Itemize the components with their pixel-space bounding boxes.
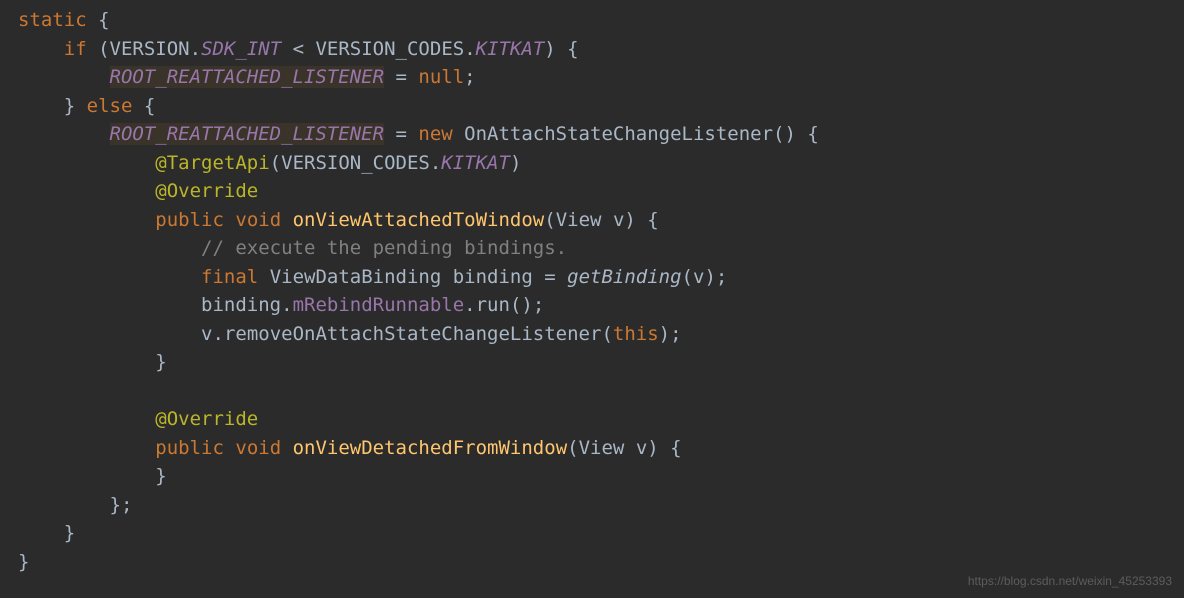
sdk-int-field: SDK_INT xyxy=(201,38,281,60)
line-1: static { xyxy=(18,9,110,31)
method-on-view-attached: onViewAttachedToWindow xyxy=(293,209,545,231)
listener-class: OnAttachStateChangeListener xyxy=(464,123,773,145)
code-editor[interactable]: static { if (VERSION.SDK_INT < VERSION_C… xyxy=(0,0,1184,576)
keyword-void-2: void xyxy=(235,437,281,459)
keyword-void-1: void xyxy=(235,209,281,231)
line-5: ROOT_REATTACHED_LISTENER = new OnAttachS… xyxy=(18,123,819,145)
keyword-final: final xyxy=(201,266,258,288)
root-listener-field-2: ROOT_REATTACHED_LISTENER xyxy=(110,123,385,145)
line-15: @Override xyxy=(18,408,258,430)
line-18: }; xyxy=(18,494,132,516)
line-7: @Override xyxy=(18,180,258,202)
line-4: } else { xyxy=(18,95,155,117)
keyword-if: if xyxy=(64,38,87,60)
override-annotation-2: @Override xyxy=(155,408,258,430)
line-11: binding.mRebindRunnable.run(); xyxy=(18,294,544,316)
target-api-annotation: @TargetApi xyxy=(155,152,269,174)
keyword-static: static xyxy=(18,9,87,31)
line-2: if (VERSION.SDK_INT < VERSION_CODES.KITK… xyxy=(18,38,579,60)
keyword-this: this xyxy=(613,323,659,345)
version-ref: VERSION xyxy=(110,38,190,60)
keyword-new: new xyxy=(418,123,452,145)
line-17: } xyxy=(18,465,167,487)
line-9: // execute the pending bindings. xyxy=(18,237,567,259)
line-13: } xyxy=(18,351,167,373)
root-listener-field: ROOT_REATTACHED_LISTENER xyxy=(110,66,385,88)
line-6: @TargetApi(VERSION_CODES.KITKAT) xyxy=(18,152,521,174)
override-annotation-1: @Override xyxy=(155,180,258,202)
kitkat-field-2: KITKAT xyxy=(441,152,510,174)
get-binding-call: getBinding xyxy=(567,266,681,288)
version-codes-ref: VERSION_CODES xyxy=(315,38,464,60)
line-16: public void onViewDetachedFromWindow(Vie… xyxy=(18,437,682,459)
line-8: public void onViewAttachedToWindow(View … xyxy=(18,209,659,231)
rebind-runnable-field: mRebindRunnable xyxy=(293,294,465,316)
line-19: } xyxy=(18,522,75,544)
null-literal: null xyxy=(418,66,464,88)
line-12: v.removeOnAttachStateChangeListener(this… xyxy=(18,323,682,345)
keyword-public-1: public xyxy=(155,209,224,231)
keyword-else: else xyxy=(87,95,133,117)
line-10: final ViewDataBinding binding = getBindi… xyxy=(18,266,727,288)
watermark-text: https://blog.csdn.net/weixin_45253393 xyxy=(968,572,1172,590)
line-20: } xyxy=(18,551,29,573)
kitkat-field: KITKAT xyxy=(476,38,545,60)
comment-pending-bindings: // execute the pending bindings. xyxy=(201,237,567,259)
keyword-public-2: public xyxy=(155,437,224,459)
method-on-view-detached: onViewDetachedFromWindow xyxy=(293,437,568,459)
line-3: ROOT_REATTACHED_LISTENER = null; xyxy=(18,66,476,88)
